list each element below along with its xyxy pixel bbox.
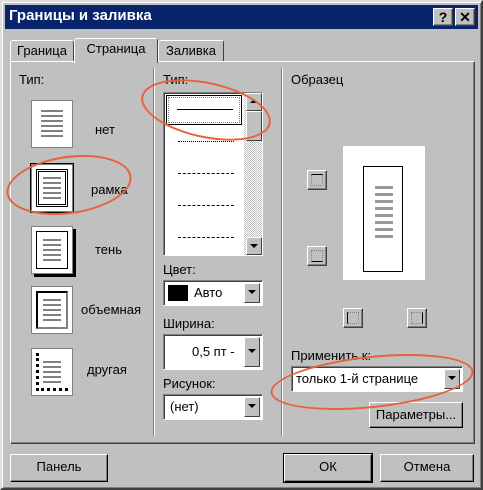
title-bar[interactable]: Границы и заливка ? ✕ xyxy=(5,5,478,29)
preset-custom-label: другая xyxy=(87,362,127,377)
art-combo[interactable]: (нет) xyxy=(163,394,263,420)
art-dropdown-button[interactable] xyxy=(244,397,260,417)
scroll-up-icon xyxy=(250,99,258,103)
help-button[interactable]: ? xyxy=(433,8,453,26)
apply-to-value: только 1-й странице xyxy=(296,371,419,386)
chevron-down-icon xyxy=(248,290,256,294)
border-bottom-icon xyxy=(311,250,323,262)
line-style-dashed[interactable] xyxy=(178,173,234,174)
preset-box-icon xyxy=(30,163,74,213)
preset-3d-label: объемная xyxy=(81,302,141,317)
line-style-scrollbar[interactable] xyxy=(244,93,262,255)
preview-text-lines xyxy=(375,186,393,238)
border-left-icon xyxy=(347,312,359,324)
separator-right xyxy=(281,68,283,436)
tab-shading[interactable]: Заливка xyxy=(158,40,224,62)
line-style-dotted[interactable] xyxy=(178,141,234,142)
options-button[interactable]: Параметры... xyxy=(369,402,463,428)
color-combo[interactable]: Авто xyxy=(163,280,263,306)
preset-custom-icon xyxy=(31,348,73,396)
art-label: Рисунок: xyxy=(163,376,216,391)
borders-shading-dialog: Границы и заливка ? ✕ Граница Страница З… xyxy=(0,0,483,490)
border-top-icon xyxy=(311,174,323,186)
color-label: Цвет: xyxy=(163,262,196,277)
preset-none-icon xyxy=(31,100,73,148)
preset-box-label: рамка xyxy=(91,182,128,197)
width-label: Ширина: xyxy=(163,316,215,331)
chevron-down-icon xyxy=(448,376,456,380)
scroll-thumb[interactable] xyxy=(246,111,262,141)
border-top-button[interactable] xyxy=(307,170,327,190)
scroll-down-icon xyxy=(250,244,258,248)
line-style-long-dash[interactable] xyxy=(178,205,234,206)
art-value: (нет) xyxy=(170,399,199,414)
tab-page-border[interactable]: Страница xyxy=(74,38,158,63)
line-style-dash-dot[interactable] xyxy=(178,237,234,238)
width-combo[interactable]: 0,5 пт - xyxy=(163,334,263,370)
cancel-button[interactable]: Отмена xyxy=(380,454,474,482)
window-title: Границы и заливка xyxy=(9,7,152,24)
width-dropdown-button[interactable] xyxy=(244,337,260,367)
preset-shadow-label: тень xyxy=(95,242,122,257)
chevron-down-icon xyxy=(248,349,256,353)
preview-page xyxy=(343,146,425,280)
tab-borders[interactable]: Граница xyxy=(10,40,74,62)
preview-label: Образец xyxy=(291,72,344,87)
color-swatch xyxy=(168,285,188,301)
color-dropdown-button[interactable] xyxy=(244,283,260,303)
line-style-list[interactable] xyxy=(163,92,263,256)
border-left-button[interactable] xyxy=(343,308,363,328)
ok-button[interactable]: ОК xyxy=(283,453,373,483)
preset-shadow-icon xyxy=(31,226,73,274)
border-bottom-button[interactable] xyxy=(307,246,327,266)
scroll-up-button[interactable] xyxy=(246,93,262,111)
tab-panel-page-border: Тип: нет рамка тень объемная другая Тип:… xyxy=(10,61,475,444)
preset-3d-icon xyxy=(31,286,73,334)
apply-to-dropdown-button[interactable] xyxy=(444,369,460,389)
apply-to-combo[interactable]: только 1-й странице xyxy=(291,366,463,392)
toolbar-button[interactable]: Панель xyxy=(10,454,108,482)
border-right-icon xyxy=(411,312,423,324)
scroll-down-button[interactable] xyxy=(246,237,262,255)
color-value: Авто xyxy=(194,285,223,300)
border-right-button[interactable] xyxy=(407,308,427,328)
setting-type-label: Тип: xyxy=(19,72,45,87)
preset-none-label: нет xyxy=(95,122,115,137)
apply-to-label: Применить к: xyxy=(291,348,372,363)
line-style-label: Тип: xyxy=(163,72,189,87)
chevron-down-icon xyxy=(248,404,256,408)
line-style-selected[interactable] xyxy=(166,95,242,125)
width-value: 0,5 пт - xyxy=(192,344,235,359)
close-button[interactable]: ✕ xyxy=(455,8,475,26)
separator-left xyxy=(153,68,155,436)
